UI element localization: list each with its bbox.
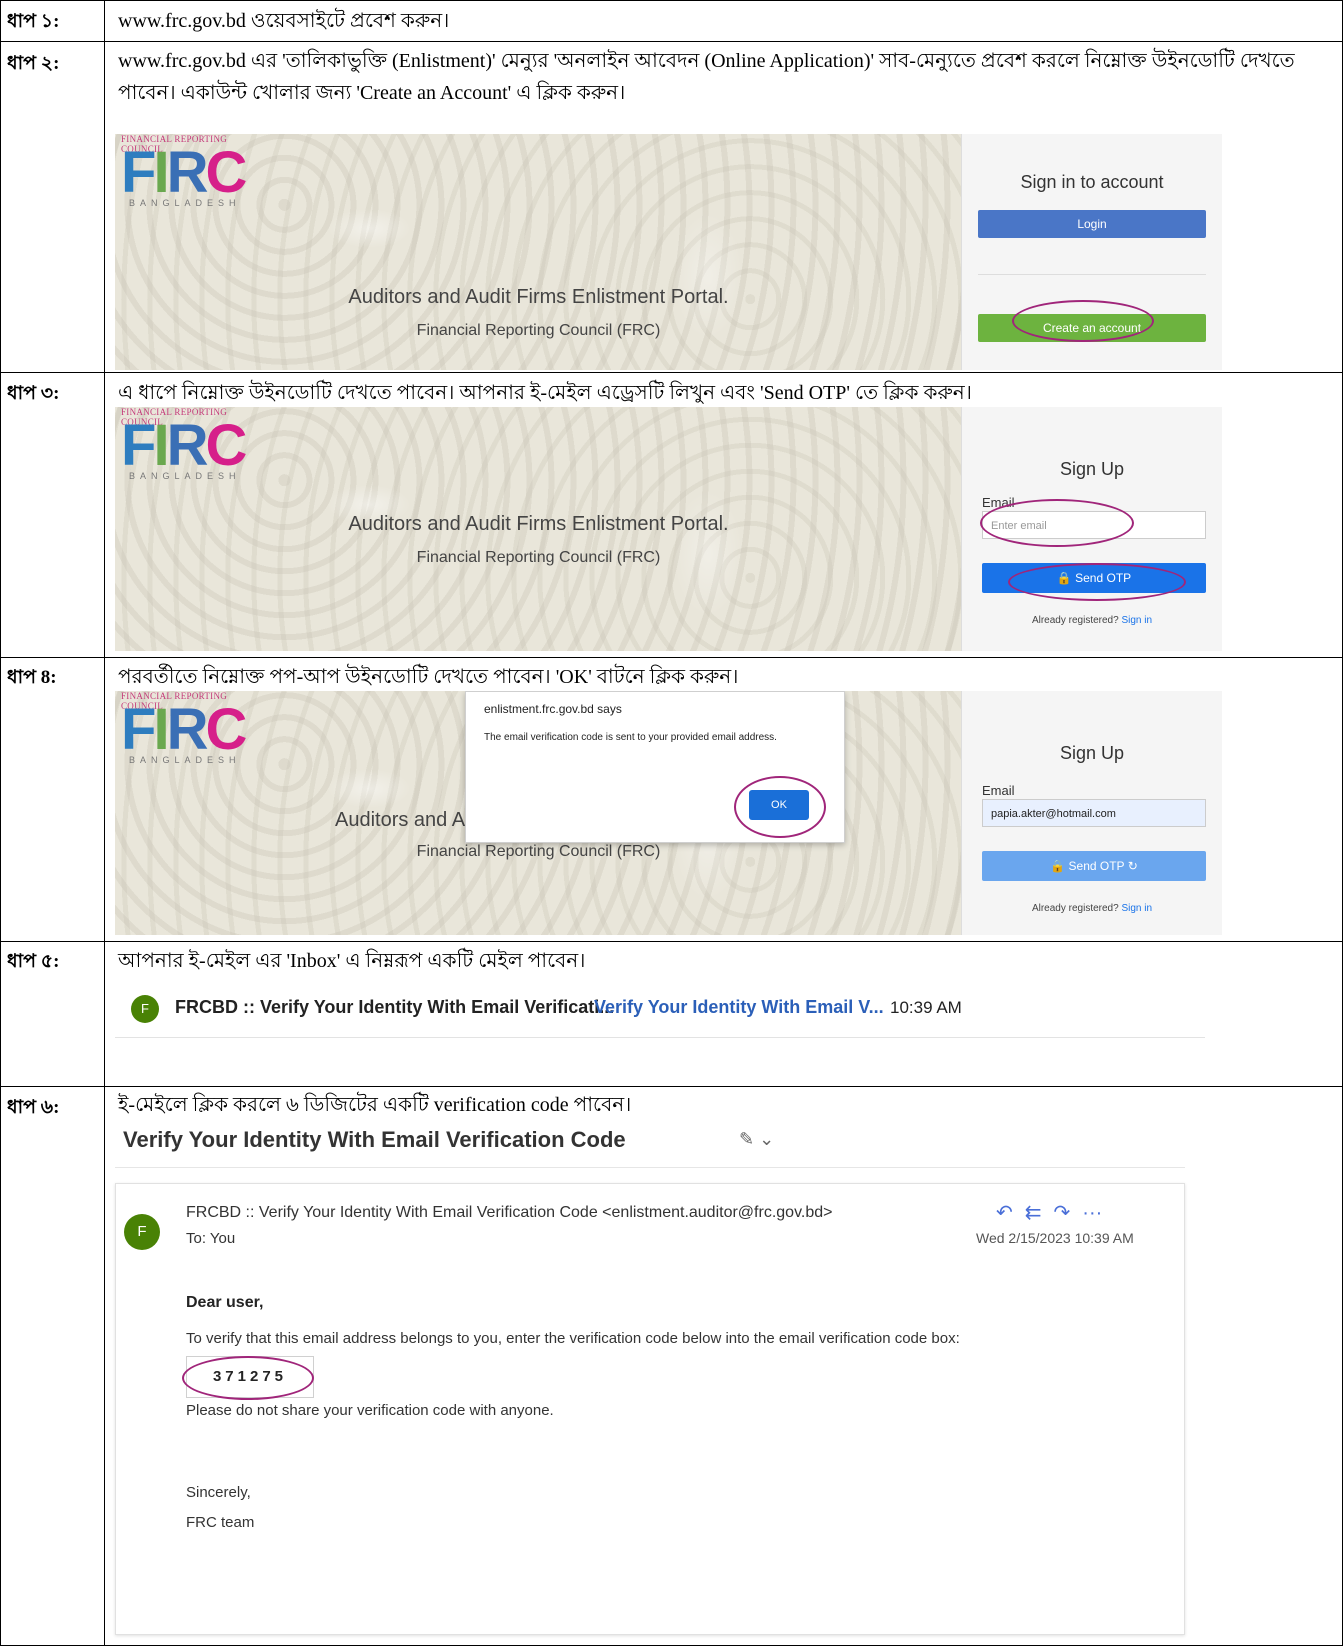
signup-panel: Sign Up Email Enter email 🔒 Send OTP Alr… <box>961 407 1222 651</box>
row-divider <box>1 941 1342 942</box>
sender-avatar: F <box>131 995 159 1023</box>
portal-title: Auditors and Audit Firms Enlistment Port… <box>348 286 729 308</box>
forward-icon[interactable]: ↷ <box>1054 1202 1083 1224</box>
highlight-ring <box>980 499 1134 547</box>
frc-logo: FINANCIAL REPORTING COUNCIL FIRC BANGLAD… <box>121 407 247 481</box>
signup-panel: Sign Up Email papia.akter@hotmail.com 🔒 … <box>961 691 1222 935</box>
signup-heading: Sign Up <box>1059 459 1125 479</box>
label-icon[interactable]: ✎ ⌄ <box>739 1129 774 1150</box>
inbox-row[interactable]: F FRCBD :: Verify Your Identity With Ema… <box>115 981 1205 1038</box>
login-button[interactable]: Login <box>978 210 1206 238</box>
send-otp-label: Send OTP <box>1068 859 1125 873</box>
step-label: ধাপ ৩: <box>7 383 60 404</box>
step-label: ধাপ ১: <box>7 11 60 32</box>
step-text: এ ধাপে নিম্নোক্ত উইনডোটি দেখতে পাবেন। আপ… <box>118 382 972 404</box>
email-view: Verify Your Identity With Email Verifica… <box>115 1123 1205 1643</box>
dialog-message: The email verification code is sent to y… <box>484 732 777 743</box>
step-text: www.frc.gov.bd এর 'তালিকাভুক্তি (Enlistm… <box>118 50 1295 104</box>
already-registered: Already registered? Sign in <box>1031 903 1153 914</box>
step-label: ধাপ ৬: <box>7 1097 60 1118</box>
portal-screenshot-signup: FINANCIAL REPORTING COUNCIL FIRC BANGLAD… <box>115 407 1222 651</box>
send-otp-button[interactable]: 🔒 Send OTP ↻ <box>982 851 1206 881</box>
email-datetime: Wed 2/15/2023 10:39 AM <box>976 1230 1134 1246</box>
step-text: ই-মেইলে ক্লিক করলে ৬ ডিজিটের একটি verifi… <box>118 1094 632 1116</box>
row-divider <box>1 1086 1342 1087</box>
dialog-origin: enlistment.frc.gov.bd says <box>484 702 622 716</box>
already-registered: Already registered? Sign in <box>1031 615 1153 626</box>
email-from: FRCBD :: Verify Your Identity With Email… <box>186 1204 833 1221</box>
signin-panel: Sign in to account Login Create an accou… <box>961 134 1222 370</box>
row-divider <box>1 41 1342 42</box>
row-divider <box>1 657 1342 658</box>
signin-link[interactable]: Sign in <box>1121 903 1152 914</box>
step-text: www.frc.gov.bd ওয়েবসাইটে প্রবেশ করুন। <box>118 10 450 32</box>
column-divider <box>104 1 105 1645</box>
highlight-ring <box>182 1356 314 1400</box>
email-label: Email <box>982 783 1015 798</box>
step-label: ধাপ ৫: <box>7 951 60 972</box>
panel-divider <box>978 274 1206 275</box>
reply-icon[interactable]: ↶ <box>996 1202 1025 1224</box>
email-field[interactable]: papia.akter@hotmail.com <box>982 799 1206 827</box>
portal-title: Auditors and Audit Firms Enlistment Port… <box>348 513 729 535</box>
email-to: To: You <box>186 1230 236 1247</box>
signup-heading: Sign Up <box>1059 743 1125 763</box>
portal-subtitle: Financial Reporting Council (FRC) <box>416 322 661 339</box>
email-subject: Verify Your Identity With Email Verifica… <box>123 1127 626 1152</box>
lock-icon: 🔒 <box>1050 859 1066 873</box>
highlight-ring <box>734 776 826 838</box>
row-divider <box>1 372 1342 373</box>
sender-avatar: F <box>124 1214 160 1250</box>
email-closing: Sincerely, <box>186 1484 251 1501</box>
message-card: F FRCBD :: Verify Your Identity With Ema… <box>115 1183 1185 1635</box>
portal-screenshot-popup: FINANCIAL REPORTING COUNCIL FIRC BANGLAD… <box>115 691 1222 935</box>
email-signature: FRC team <box>186 1514 255 1531</box>
inbox-time: 10:39 AM <box>890 998 962 1017</box>
email-body-2: Please do not share your verification co… <box>186 1402 554 1419</box>
inbox-subject: FRCBD :: Verify Your Identity With Email… <box>175 997 615 1017</box>
step-text: আপনার ই-মেইল এর 'Inbox' এ নিম্নরূপ একটি … <box>118 950 586 972</box>
step-label: ধাপ ২: <box>7 53 60 74</box>
reply-all-icon[interactable]: ⇇ <box>1025 1202 1054 1224</box>
frc-logo: FINANCIAL REPORTING COUNCIL FIRC BANGLAD… <box>121 691 247 765</box>
subject-divider <box>115 1167 1185 1168</box>
highlight-ring <box>1008 563 1186 601</box>
portal-subtitle: Financial Reporting Council (FRC) <box>416 843 661 860</box>
inbox-preview: Verify Your Identity With Email V... <box>594 997 884 1017</box>
instruction-table: ধাপ ১: www.frc.gov.bd ওয়েবসাইটে প্রবেশ … <box>0 0 1343 1646</box>
more-icon[interactable]: ··· <box>1082 1202 1102 1224</box>
step-label: ধাপ 8: <box>7 667 57 688</box>
signin-heading: Sign in to account <box>1020 172 1164 192</box>
alert-dialog: enlistment.frc.gov.bd says The email ver… <box>465 691 845 843</box>
portal-screenshot-signin: FINANCIAL REPORTING COUNCIL FIRC BANGLAD… <box>115 134 1222 370</box>
frc-logo: FINANCIAL REPORTING COUNCIL FIRC BANGLAD… <box>121 134 247 208</box>
email-greeting: Dear user, <box>186 1294 264 1311</box>
signin-link[interactable]: Sign in <box>1121 615 1152 626</box>
spinner-icon: ↻ <box>1127 859 1138 873</box>
step-text: পরবর্তীতে নিম্নোক্ত পপ-আপ উইনডোটি দেখতে … <box>118 666 739 688</box>
email-body-1: To verify that this email address belong… <box>186 1330 960 1347</box>
portal-subtitle: Financial Reporting Council (FRC) <box>416 549 661 566</box>
highlight-ring <box>1012 300 1154 342</box>
